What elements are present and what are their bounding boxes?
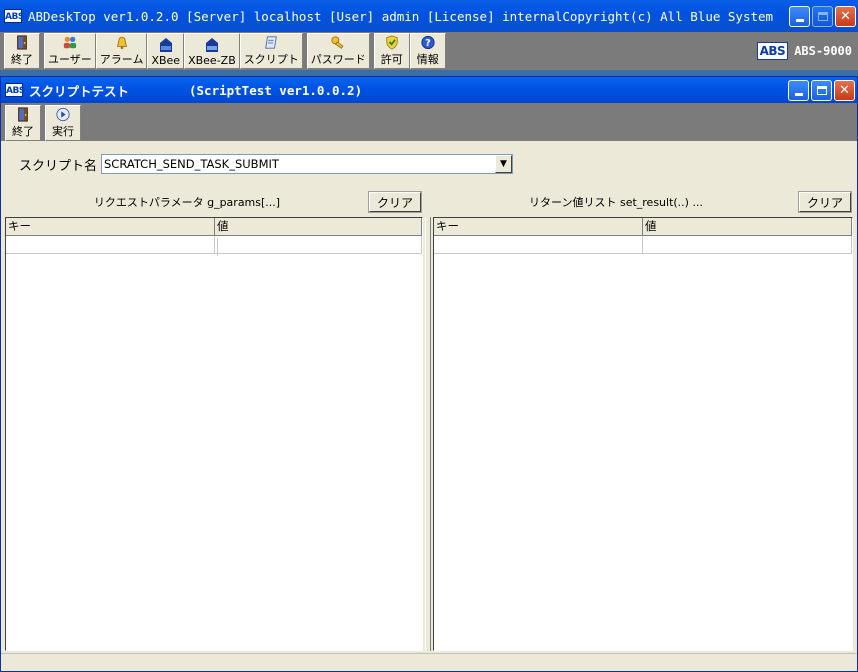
exit-button[interactable]: 終了: [4, 33, 40, 69]
user-button[interactable]: ユーザー: [44, 33, 96, 69]
minimize-icon: [795, 18, 804, 22]
request-params-grid[interactable]: キー 値: [5, 217, 423, 651]
dropdown-arrow-button[interactable]: ▼: [495, 155, 512, 173]
status-bar: [1, 653, 857, 671]
info-button[interactable]: ? 情報: [409, 33, 446, 69]
script-test-titlebar: ABS スクリプトテスト (ScriptTest ver1.0.0.2) ✕: [1, 77, 857, 103]
brand-logo: ABS: [756, 42, 789, 60]
inner-exit-button[interactable]: 終了: [5, 105, 41, 141]
app-logo: ABS: [4, 9, 24, 23]
alarm-button[interactable]: アラーム: [95, 33, 148, 69]
brand-model: ABS-9000: [794, 44, 852, 58]
svg-text:?: ?: [425, 38, 431, 49]
inner-group-run: 実行: [45, 104, 81, 141]
result-empty-row[interactable]: [434, 236, 852, 254]
run-button[interactable]: 実行: [45, 105, 81, 141]
script-document-icon: [265, 36, 278, 49]
main-window-title: ABDeskTop ver1.0.2.0 [Server] localhost …: [28, 8, 563, 24]
xbee-zb-label: XBee-ZB: [188, 54, 236, 67]
toolbar-group-main: ユーザー アラーム XBee XBee-ZB スクリプト: [44, 33, 303, 69]
window-logo: ABS: [5, 83, 25, 97]
permit-button[interactable]: 許可: [373, 33, 410, 69]
panes-area: リクエストパラメータ g_params[...] クリア キー 値 リターン値リ…: [5, 189, 853, 651]
script-test-toolbar: 終了 実行: [1, 103, 857, 141]
request-edit-row[interactable]: [6, 236, 422, 256]
result-value-column-header[interactable]: 値: [643, 218, 852, 235]
shield-check-icon: [386, 35, 398, 50]
xbee-label: XBee: [151, 54, 181, 67]
request-value-cell[interactable]: [215, 236, 422, 256]
user-label: ユーザー: [48, 53, 92, 66]
help-question-icon: ?: [421, 35, 435, 50]
request-params-pane: リクエストパラメータ g_params[...] クリア キー 値: [5, 189, 423, 651]
close-icon: ✕: [840, 8, 851, 24]
return-values-header: リターン値リスト set_result(..) ... クリア: [433, 189, 853, 215]
script-name-label: スクリプト名: [19, 158, 98, 174]
return-values-caption: リターン値リスト set_result(..) ...: [529, 196, 703, 209]
text-caret: [217, 238, 218, 256]
script-name-value: SCRATCH_SEND_TASK_SUBMIT: [104, 157, 279, 171]
result-grid-header: キー 値: [434, 218, 852, 236]
permit-label: 許可: [380, 53, 403, 66]
main-toolbar: 終了 ユーザー アラーム XBee XBee-ZB スクリプト パスワード 許可…: [0, 32, 858, 70]
password-label: パスワード: [310, 53, 366, 66]
inner-maximize-button[interactable]: [811, 79, 832, 101]
request-params-header: リクエストパラメータ g_params[...] クリア: [5, 189, 423, 215]
door-exit-icon: [18, 107, 28, 122]
maximize-icon: [816, 85, 827, 95]
xbee-button[interactable]: XBee: [147, 33, 185, 69]
script-button[interactable]: スクリプト: [239, 33, 303, 69]
door-exit-icon: [17, 35, 27, 50]
users-icon: [63, 36, 77, 49]
key-icon: [331, 36, 344, 49]
return-values-grid[interactable]: キー 値: [433, 217, 853, 651]
inner-group-exit: 終了: [5, 104, 41, 141]
script-select-row: スクリプト名 SCRATCH_SEND_TASK_SUBMIT ▼: [1, 141, 857, 187]
result-key-cell[interactable]: [434, 236, 643, 254]
xbee-zb-module-icon: [205, 38, 218, 52]
brand-area: ABS ABS-9000: [756, 32, 858, 70]
request-value-column-header[interactable]: 値: [215, 218, 422, 235]
pane-splitter[interactable]: [425, 217, 431, 651]
script-test-version: (ScriptTest ver1.0.0.2): [189, 82, 363, 98]
request-clear-button[interactable]: クリア: [368, 191, 422, 213]
alarm-label: アラーム: [99, 53, 144, 66]
exit-label: 終了: [11, 53, 33, 66]
play-icon: [56, 107, 70, 122]
return-values-pane: リターン値リスト set_result(..) ... クリア キー 値: [433, 189, 853, 651]
inner-exit-label: 終了: [12, 125, 34, 138]
xbee-zb-button[interactable]: XBee-ZB: [184, 33, 240, 69]
minimize-icon: [794, 92, 803, 96]
toolbar-group-info: 許可 ? 情報: [373, 33, 446, 69]
toolbar-group-exit: 終了: [4, 33, 40, 69]
main-minimize-button[interactable]: [789, 5, 811, 27]
result-clear-button[interactable]: クリア: [798, 191, 852, 213]
password-button[interactable]: パスワード: [306, 33, 370, 69]
result-value-cell[interactable]: [643, 236, 852, 254]
inner-close-button[interactable]: ✕: [834, 79, 855, 101]
chevron-down-icon: ▼: [500, 159, 507, 169]
close-icon: ✕: [839, 82, 850, 98]
xbee-module-icon: [159, 38, 172, 52]
result-key-column-header[interactable]: キー: [434, 218, 643, 235]
toolbar-group-password: パスワード: [306, 33, 370, 69]
main-close-button[interactable]: ✕: [835, 5, 856, 27]
main-maximize-button[interactable]: [812, 5, 834, 27]
info-label: 情報: [416, 53, 439, 66]
script-test-window: ABS スクリプトテスト (ScriptTest ver1.0.0.2) ✕ 終…: [0, 76, 858, 672]
script-label: スクリプト: [243, 53, 299, 66]
main-titlebar: ABS ABDeskTop ver1.0.2.0 [Server] localh…: [0, 0, 858, 32]
inner-minimize-button[interactable]: [788, 79, 809, 101]
request-key-cell[interactable]: [6, 236, 215, 254]
run-label: 実行: [52, 125, 74, 138]
maximize-icon: [817, 11, 828, 21]
copyright-text: Copyright(c) All Blue System: [562, 8, 774, 24]
request-grid-header: キー 値: [6, 218, 422, 236]
request-params-caption: リクエストパラメータ g_params[...]: [93, 196, 281, 209]
request-key-column-header[interactable]: キー: [6, 218, 215, 235]
script-name-combobox[interactable]: SCRATCH_SEND_TASK_SUBMIT ▼: [101, 154, 513, 174]
bell-icon: [116, 36, 127, 50]
script-test-title: スクリプトテスト: [29, 83, 130, 99]
